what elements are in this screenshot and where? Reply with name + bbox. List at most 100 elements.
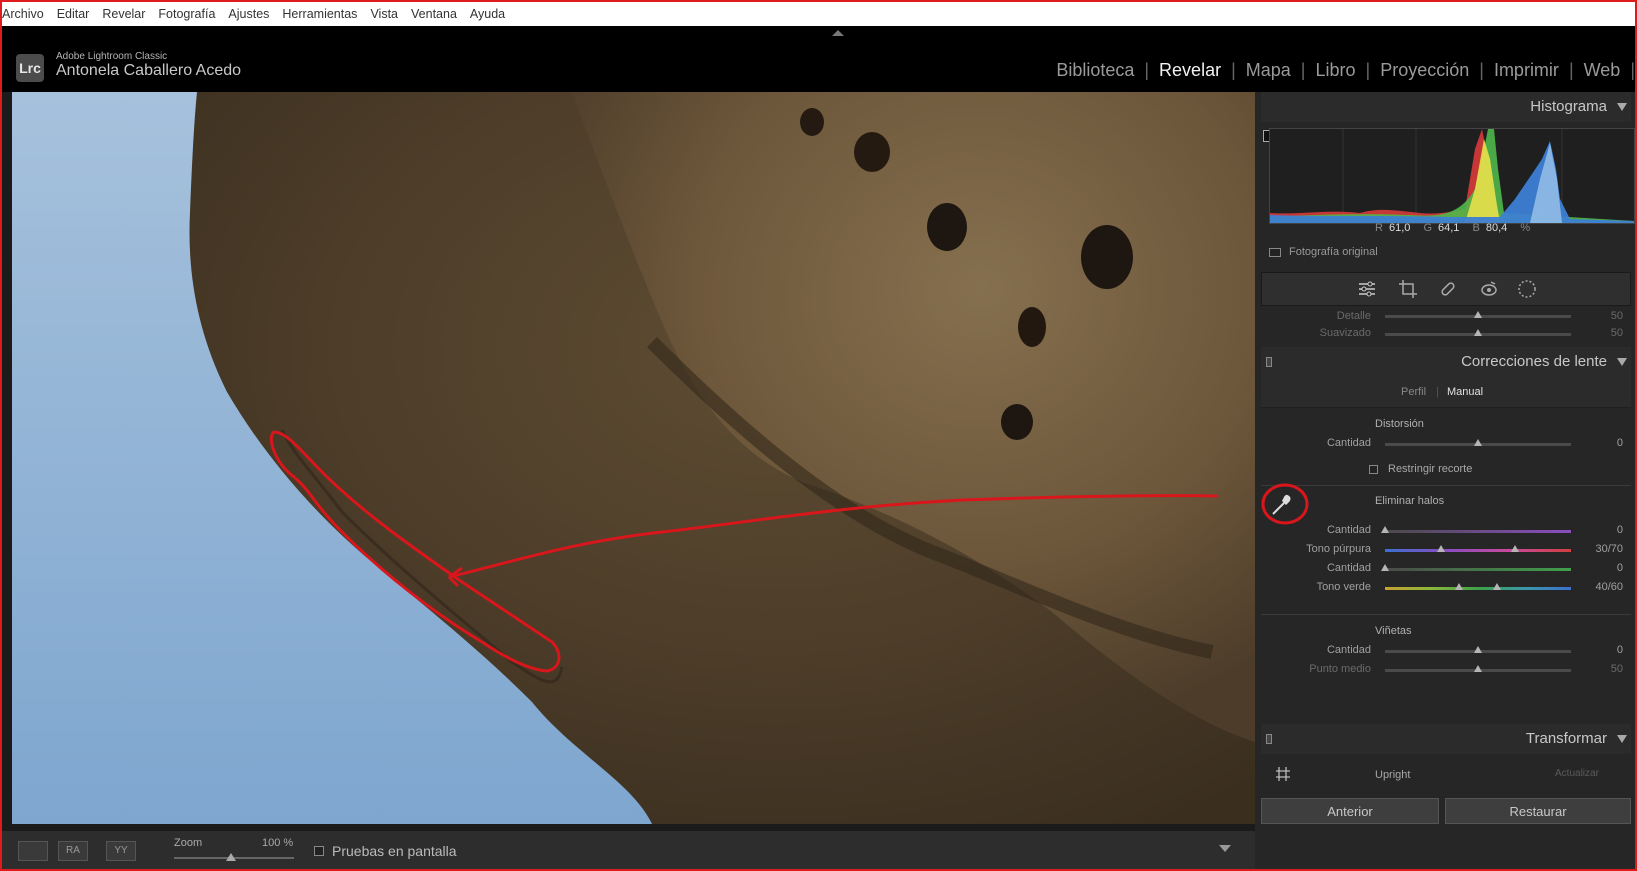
constrain-crop-toggle[interactable]: Restringir recorte (1369, 463, 1472, 475)
menu-ajustes[interactable]: Ajustes (228, 7, 269, 21)
module-proyeccion[interactable]: Proyección (1370, 60, 1479, 81)
show-top-panel-icon[interactable] (832, 30, 844, 36)
defringe-title: Eliminar halos (1375, 495, 1445, 507)
green-hue-slider[interactable] (1385, 583, 1571, 590)
menu-vista[interactable]: Vista (370, 7, 398, 21)
lens-tabs: Perfil | Manual (1261, 377, 1631, 408)
lrc-logo: Lrc (16, 54, 44, 82)
smoothing-slider-thumb[interactable] (1474, 329, 1482, 336)
green-amount-value[interactable]: 0 (1585, 562, 1623, 574)
histogram-header[interactable]: Histograma (1261, 92, 1631, 122)
healing-icon[interactable] (1437, 278, 1459, 300)
detail-slider[interactable] (1385, 311, 1571, 318)
purple-hue-value[interactable]: 30/70 (1585, 543, 1623, 555)
smoothing-slider[interactable] (1385, 329, 1571, 336)
collapse-triangle-icon[interactable] (1617, 735, 1627, 743)
module-picker: Biblioteca | Revelar | Mapa | Libro | Proyec… (1046, 60, 1635, 81)
green-hue-label: Tono verde (1316, 581, 1371, 593)
panel-switch-icon[interactable] (1266, 734, 1272, 744)
loupe-view-icon[interactable] (18, 841, 48, 861)
menu-herramientas[interactable]: Herramientas (282, 7, 357, 21)
constrain-crop-checkbox[interactable] (1369, 464, 1378, 474)
panel-bottom-buttons: Anterior Restaurar (1261, 798, 1631, 828)
soft-proof-checkbox[interactable] (314, 846, 324, 856)
zoom-value: 100 % (262, 837, 294, 849)
zoom-slider-thumb[interactable] (226, 853, 236, 861)
annotation-circle (1261, 483, 1309, 525)
panel-switch-icon[interactable] (1266, 357, 1272, 367)
menu-archivo[interactable]: Archivo (2, 7, 44, 21)
transform-grid-icon[interactable] (1275, 766, 1291, 782)
before-after-split-icon[interactable]: YY (106, 841, 136, 861)
percent-unit: % (1520, 222, 1531, 234)
vignetting-amount-slider[interactable] (1385, 646, 1571, 653)
transform-title: Transformar (1525, 730, 1607, 747)
green-hue-high-thumb[interactable] (1492, 583, 1501, 590)
purple-hue-slider[interactable] (1385, 545, 1571, 552)
vignetting-amount-slider-thumb[interactable] (1474, 646, 1482, 653)
purple-hue-high-thumb[interactable] (1511, 545, 1520, 552)
green-hue-value[interactable]: 40/60 (1585, 581, 1623, 593)
menu-revelar[interactable]: Revelar (102, 7, 145, 21)
green-amount-slider-thumb[interactable] (1381, 564, 1389, 571)
menu-fotografia[interactable]: Fotografía (158, 7, 215, 21)
vignetting-amount-label: Cantidad (1326, 644, 1371, 656)
soft-proof-toggle[interactable]: Pruebas en pantalla (314, 843, 457, 859)
menu-ayuda[interactable]: Ayuda (470, 7, 505, 21)
menu-ventana[interactable]: Ventana (411, 7, 457, 21)
collapse-triangle-icon[interactable] (1617, 358, 1627, 366)
photo-preview[interactable] (12, 92, 1255, 824)
transform-header[interactable]: Transformar (1261, 724, 1631, 754)
midpoint-value[interactable]: 50 (1585, 663, 1623, 675)
previous-button[interactable]: Anterior (1261, 798, 1439, 824)
purple-amount-label: Cantidad (1326, 524, 1371, 536)
module-revelar[interactable]: Revelar (1149, 60, 1231, 81)
module-web[interactable]: Web (1574, 60, 1631, 81)
detail-slider-thumb[interactable] (1474, 311, 1482, 318)
tab-manual[interactable]: Manual (1447, 386, 1483, 398)
detail-value[interactable]: 50 (1585, 310, 1623, 322)
reset-button[interactable]: Restaurar (1445, 798, 1631, 824)
menu-editar[interactable]: Editar (57, 7, 90, 21)
tab-profile[interactable]: Perfil (1401, 386, 1426, 398)
green-amount-slider[interactable] (1381, 564, 1571, 571)
original-photo-checkbox[interactable] (1269, 247, 1281, 257)
histogram-chart[interactable] (1269, 128, 1635, 224)
vignetting-amount-value[interactable]: 0 (1585, 644, 1623, 656)
lens-corrections-header[interactable]: Correcciones de lente (1261, 347, 1631, 377)
midpoint-slider[interactable] (1385, 665, 1571, 672)
b-label: B (1472, 222, 1480, 234)
histogram-title: Histograma (1530, 98, 1607, 115)
module-biblioteca[interactable]: Biblioteca (1046, 60, 1144, 81)
collapse-triangle-icon[interactable] (1617, 103, 1627, 111)
update-button[interactable]: Actualizar (1555, 768, 1599, 779)
toolbar-menu-chevron-icon[interactable] (1219, 845, 1231, 852)
crop-icon[interactable] (1397, 278, 1419, 300)
distortion-value[interactable]: 0 (1585, 437, 1623, 449)
purple-amount-value[interactable]: 0 (1585, 524, 1623, 536)
distortion-slider-thumb[interactable] (1474, 439, 1482, 446)
annotation-overlay (269, 430, 1218, 673)
green-amount-label: Cantidad (1326, 562, 1371, 574)
before-after-icon[interactable]: RA (58, 841, 88, 861)
distortion-slider[interactable] (1385, 439, 1571, 446)
module-libro[interactable]: Libro (1305, 60, 1365, 81)
original-photo-toggle[interactable]: Fotografía original (1269, 246, 1378, 258)
midpoint-label: Punto medio (1309, 663, 1371, 675)
edit-sliders-icon[interactable] (1356, 278, 1378, 300)
detail-label: Detalle (1336, 310, 1371, 322)
midpoint-slider-thumb[interactable] (1474, 665, 1482, 672)
masking-icon[interactable] (1516, 278, 1538, 300)
zoom-label: Zoom (174, 837, 203, 849)
smoothing-value[interactable]: 50 (1585, 327, 1623, 339)
soft-proof-label: Pruebas en pantalla (332, 843, 457, 859)
module-mapa[interactable]: Mapa (1236, 60, 1301, 81)
purple-hue-low-thumb[interactable] (1436, 545, 1445, 552)
distortion-amount-label: Cantidad (1326, 437, 1371, 449)
purple-amount-slider[interactable] (1381, 526, 1571, 533)
module-imprimir[interactable]: Imprimir (1484, 60, 1569, 81)
red-eye-icon[interactable] (1478, 278, 1500, 300)
green-hue-low-thumb[interactable] (1455, 583, 1464, 590)
g-label: G (1423, 222, 1432, 234)
purple-amount-slider-thumb[interactable] (1381, 526, 1389, 533)
